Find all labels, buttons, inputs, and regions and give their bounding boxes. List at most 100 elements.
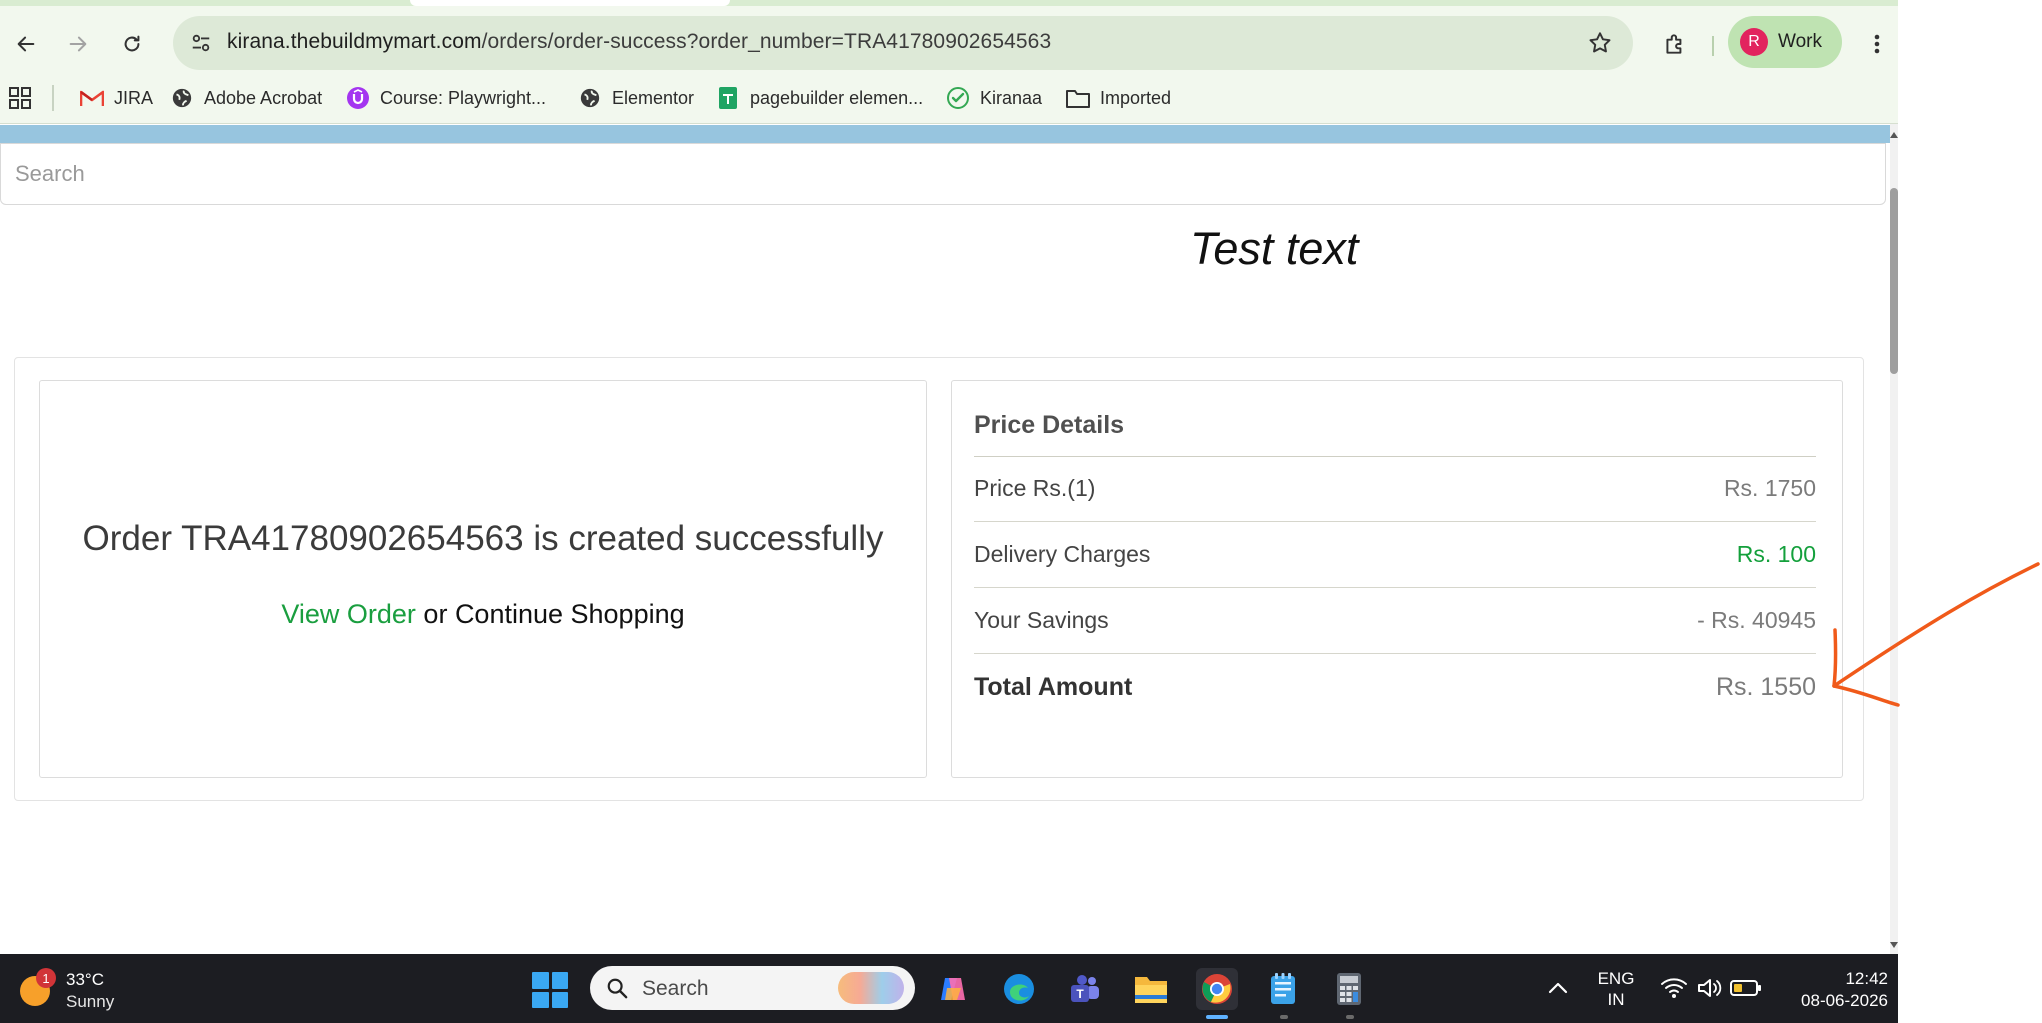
bookmarks-divider [52, 85, 54, 111]
annotation-arrow [1832, 562, 2040, 707]
check-circle-icon [946, 86, 970, 110]
test-text-heading: Test text [1190, 223, 1359, 274]
site-settings-icon[interactable] [187, 29, 215, 57]
clock-date: 08-06-2026 [1801, 991, 1888, 1010]
bookmark-elementor[interactable]: Elementor [578, 82, 694, 114]
chrome-running-indicator [1206, 1015, 1228, 1019]
chrome-app-icon[interactable] [1196, 968, 1238, 1010]
url-text: kirana.thebuildmymart.com/orders/order-s… [227, 30, 1051, 54]
bookmark-label: Elementor [612, 87, 695, 108]
reload-icon [124, 35, 140, 52]
bookmark-label: JIRA [114, 87, 154, 108]
temperature: 33°C [66, 970, 104, 989]
bookmark-label: Course: Playwright... [380, 87, 547, 108]
copilot-app-icon[interactable] [932, 968, 974, 1010]
file-explorer-app-icon[interactable] [1130, 968, 1172, 1010]
toolbar-divider [1712, 36, 1714, 56]
page-top-bar [0, 125, 1890, 143]
udemy-icon [346, 86, 370, 110]
price-row-total: Total Amount Rs. 1550 [974, 654, 1816, 720]
profile-button[interactable]: R Work [1728, 16, 1842, 68]
weather-condition: Sunny [66, 992, 115, 1011]
extensions-button[interactable] [1657, 26, 1693, 62]
browser-window: kirana.thebuildmymart.com/orders/order-s… [0, 0, 1898, 954]
browser-menu-button[interactable] [1862, 26, 1892, 62]
price-row-delivery: Delivery Charges Rs. 100 [974, 522, 1816, 588]
price-row-price: Price Rs.(1) Rs. 1750 [974, 456, 1816, 522]
search-input[interactable] [1, 144, 1885, 204]
browser-toolbar: kirana.thebuildmymart.com/orders/order-s… [0, 6, 1898, 76]
language-primary: ENG [1597, 969, 1635, 988]
bookmark-kiranaa[interactable]: Kiranaa [946, 82, 1042, 114]
savings-value: - Rs. 40945 [1697, 607, 1816, 633]
page-scrollbar[interactable] [1890, 124, 1898, 954]
battery-icon [1730, 980, 1761, 996]
avatar: R [1740, 28, 1768, 56]
page-content: Test text Order TRA41780902654563 is cre… [0, 125, 1890, 954]
apps-grid-icon[interactable] [8, 86, 32, 110]
savings-label: Your Savings [974, 607, 1109, 633]
price-value: Rs. 1750 [1723, 475, 1816, 501]
annotation-arrow-head [1832, 628, 1900, 707]
total-label: Total Amount [974, 672, 1133, 701]
bookmark-course-playwright[interactable]: Course: Playwright... [346, 82, 546, 114]
clock-time: 12:42 [1845, 969, 1888, 988]
system-tray[interactable] [1656, 974, 1776, 1004]
bookmark-pagebuilder[interactable]: pagebuilder elemen... [716, 82, 923, 114]
calculator-app-icon[interactable] [1328, 968, 1370, 1010]
calculator-running-indicator [1346, 1015, 1354, 1019]
profile-label: Work [1778, 31, 1822, 52]
speaker-icon [1698, 979, 1722, 997]
taskbar-search[interactable]: Search [590, 966, 915, 1010]
forward-button[interactable] [58, 24, 98, 64]
language-indicator[interactable]: ENG IN [1596, 968, 1636, 1010]
order-actions: View Order or Continue Shopping [40, 599, 926, 630]
url-path: /orders/order-success?order_number=TRA41… [481, 30, 1052, 53]
order-success-card: Order TRA41780902654563 is created succe… [39, 380, 927, 778]
delivery-label: Delivery Charges [974, 541, 1151, 567]
price-row-savings: Your Savings - Rs. 40945 [974, 588, 1816, 654]
search-field[interactable] [0, 143, 1886, 205]
scroll-down-arrow-icon[interactable] [1890, 942, 1898, 948]
chevron-up-icon[interactable] [1546, 980, 1570, 996]
search-icon [607, 978, 628, 999]
address-bar[interactable]: kirana.thebuildmymart.com/orders/order-s… [173, 16, 1633, 70]
taskbar-search-label: Search [642, 977, 709, 1000]
kebab-menu-icon [1874, 34, 1880, 54]
back-button[interactable] [6, 24, 46, 64]
notification-badge: 1 [36, 968, 56, 988]
search-highlight-art [838, 972, 904, 1004]
weather-widget[interactable]: 1 33°C Sunny [20, 966, 170, 1014]
notepad-app-icon[interactable] [1262, 968, 1304, 1010]
globe-icon [170, 86, 194, 110]
arrow-right-icon [69, 36, 87, 52]
globe-icon [578, 86, 602, 110]
bookmark-imported[interactable]: Imported [1066, 82, 1171, 114]
continue-shopping-link[interactable]: Continue Shopping [455, 599, 685, 629]
price-details-title: Price Details [974, 411, 1125, 439]
windows-taskbar: 1 33°C Sunny Search T ENG IN 12:42 08-06… [0, 954, 1898, 1023]
bookmark-star-icon[interactable] [1585, 28, 1615, 58]
windows-start-icon[interactable] [532, 972, 568, 1008]
puzzle-icon [1666, 34, 1682, 54]
gmail-icon [80, 86, 104, 110]
notepad-running-indicator [1280, 1015, 1288, 1019]
bookmarks-bar: JIRA Adobe Acrobat Course: Playwright...… [0, 76, 1898, 124]
scroll-thumb[interactable] [1890, 188, 1898, 374]
bookmark-label: Imported [1100, 87, 1172, 108]
right-margin [1898, 0, 2042, 1023]
bookmark-adobe-acrobat[interactable]: Adobe Acrobat [170, 82, 322, 114]
annotation-arrow-shaft [1832, 562, 2040, 688]
view-order-link[interactable]: View Order [281, 599, 416, 629]
order-summary-container: Order TRA41780902654563 is created succe… [14, 357, 1864, 801]
bookmark-jira[interactable]: JIRA [80, 82, 153, 114]
scroll-up-arrow-icon[interactable] [1890, 132, 1898, 138]
edge-app-icon[interactable] [998, 968, 1040, 1010]
url-domain: kirana.thebuildmymart.com [227, 30, 482, 53]
teams-app-icon[interactable]: T [1064, 968, 1106, 1010]
screenshot-stage: kirana.thebuildmymart.com/orders/order-s… [0, 0, 2042, 1023]
price-details-card: Price Details Price Rs.(1) Rs. 1750 Deli… [951, 380, 1843, 778]
reload-button[interactable] [112, 24, 152, 64]
sheets-icon [716, 86, 740, 110]
taskbar-clock[interactable]: 12:42 08-06-2026 [1776, 968, 1888, 1012]
